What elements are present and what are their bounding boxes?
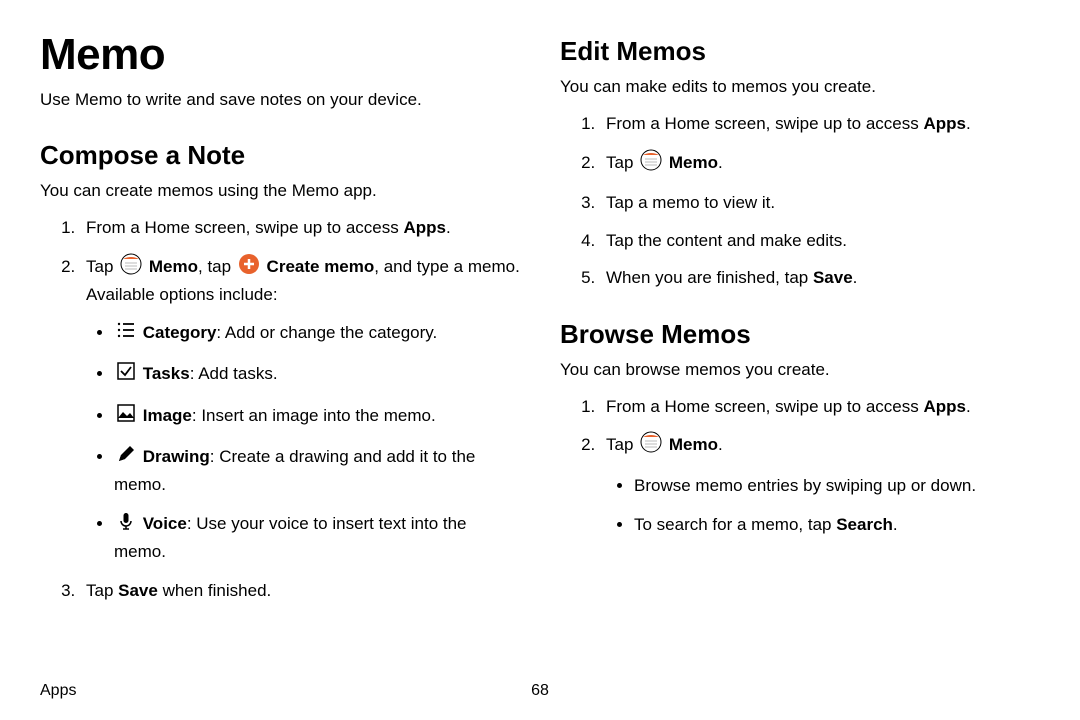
list-item: Tap Memo. Browse memo entries by swiping… xyxy=(600,431,1040,538)
list-item: Category: Add or change the category. xyxy=(114,320,520,348)
browse-desc: You can browse memos you create. xyxy=(560,360,1040,380)
memo-icon xyxy=(120,253,142,283)
list-item: Voice: Use your voice to insert text int… xyxy=(114,511,520,564)
list-item: To search for a memo, tap Search. xyxy=(634,512,1040,538)
category-icon xyxy=(116,320,136,348)
footer-label: Apps xyxy=(40,682,76,700)
browse-steps: From a Home screen, swipe up to access A… xyxy=(560,394,1040,538)
footer: Apps 68 xyxy=(40,682,1040,700)
intro-text: Use Memo to write and save notes on your… xyxy=(40,90,520,110)
plus-icon xyxy=(238,253,260,283)
list-item: Tasks: Add tasks. xyxy=(114,361,520,389)
list-item: From a Home screen, swipe up to access A… xyxy=(600,394,1040,420)
compose-options: Category: Add or change the category. Ta… xyxy=(86,320,520,565)
memo-icon xyxy=(640,431,662,461)
list-item: Tap Save when finished. xyxy=(80,578,520,604)
list-item: Image: Insert an image into the memo. xyxy=(114,403,520,431)
page-title: Memo xyxy=(40,30,520,80)
list-item: When you are finished, tap Save. xyxy=(600,265,1040,291)
footer-page: 68 xyxy=(531,682,549,700)
browse-heading: Browse Memos xyxy=(560,319,1040,350)
compose-steps: From a Home screen, swipe up to access A… xyxy=(40,215,520,604)
compose-desc: You can create memos using the Memo app. xyxy=(40,181,520,201)
voice-icon xyxy=(116,511,136,539)
edit-desc: You can make edits to memos you create. xyxy=(560,77,1040,97)
drawing-icon xyxy=(116,444,136,472)
list-item: Tap Memo. xyxy=(600,149,1040,179)
list-item: From a Home screen, swipe up to access A… xyxy=(80,215,520,241)
tasks-icon xyxy=(116,361,136,389)
list-item: Tap Memo, tap Create memo, and type a me… xyxy=(80,253,520,565)
edit-steps: From a Home screen, swipe up to access A… xyxy=(560,111,1040,291)
image-icon xyxy=(116,403,136,431)
list-item: From a Home screen, swipe up to access A… xyxy=(600,111,1040,137)
list-item: Browse memo entries by swiping up or dow… xyxy=(634,473,1040,499)
edit-heading: Edit Memos xyxy=(560,36,1040,67)
list-item: Tap the content and make edits. xyxy=(600,228,1040,254)
browse-sublist: Browse memo entries by swiping up or dow… xyxy=(606,473,1040,538)
left-column: Memo Use Memo to write and save notes on… xyxy=(40,30,520,616)
memo-icon xyxy=(640,149,662,179)
right-column: Edit Memos You can make edits to memos y… xyxy=(560,30,1040,616)
compose-heading: Compose a Note xyxy=(40,140,520,171)
list-item: Tap a memo to view it. xyxy=(600,190,1040,216)
list-item: Drawing: Create a drawing and add it to … xyxy=(114,444,520,497)
